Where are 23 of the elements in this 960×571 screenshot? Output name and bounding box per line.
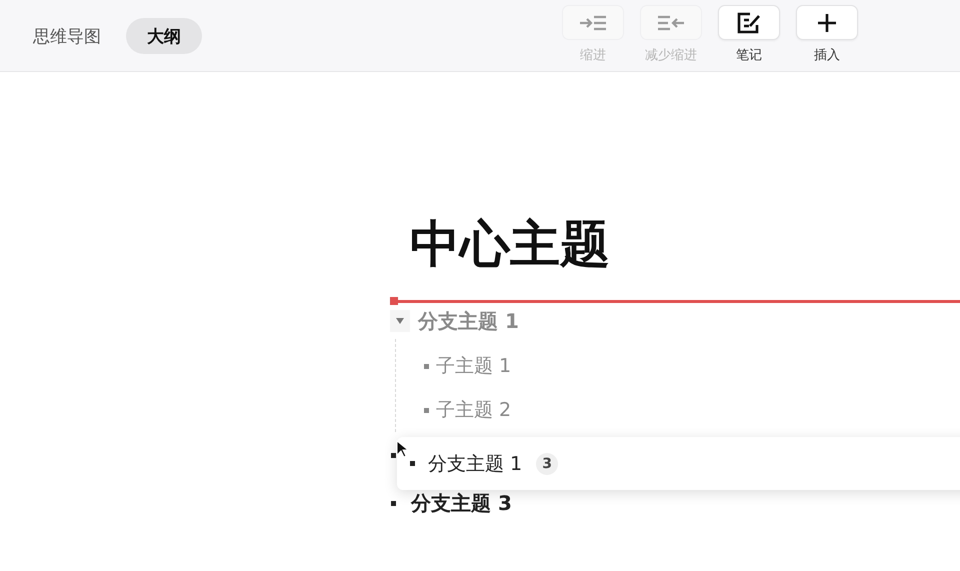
collapse-toggle[interactable]	[390, 310, 410, 332]
caret-down-icon	[396, 318, 404, 324]
bullet-icon	[424, 364, 429, 368]
tool-label: 插入	[814, 47, 840, 64]
view-tab[interactable]: 大纲	[126, 18, 202, 54]
child-count-badge: 3	[536, 452, 558, 474]
tool-label: 减少缩进	[645, 47, 697, 64]
drag-preview-label: 分支主题 1	[428, 452, 522, 476]
note-edit-icon	[736, 12, 762, 34]
insert-button[interactable]	[796, 5, 858, 40]
central-topic: 中心主题	[410, 214, 611, 275]
bullet-icon	[424, 408, 429, 412]
indent-icon	[578, 14, 608, 32]
bullet-icon	[391, 500, 396, 506]
bullet-icon	[391, 453, 396, 458]
bullet-icon	[410, 461, 415, 466]
view-tab[interactable]: 思维导图	[20, 18, 114, 54]
plus-icon	[816, 12, 838, 34]
tool-label: 缩进	[580, 47, 606, 64]
note-button[interactable]	[718, 5, 780, 40]
tool-label: 笔记	[736, 47, 762, 64]
branch-topic[interactable]: 分支主题 3	[411, 490, 512, 516]
outdent-icon	[656, 14, 686, 32]
